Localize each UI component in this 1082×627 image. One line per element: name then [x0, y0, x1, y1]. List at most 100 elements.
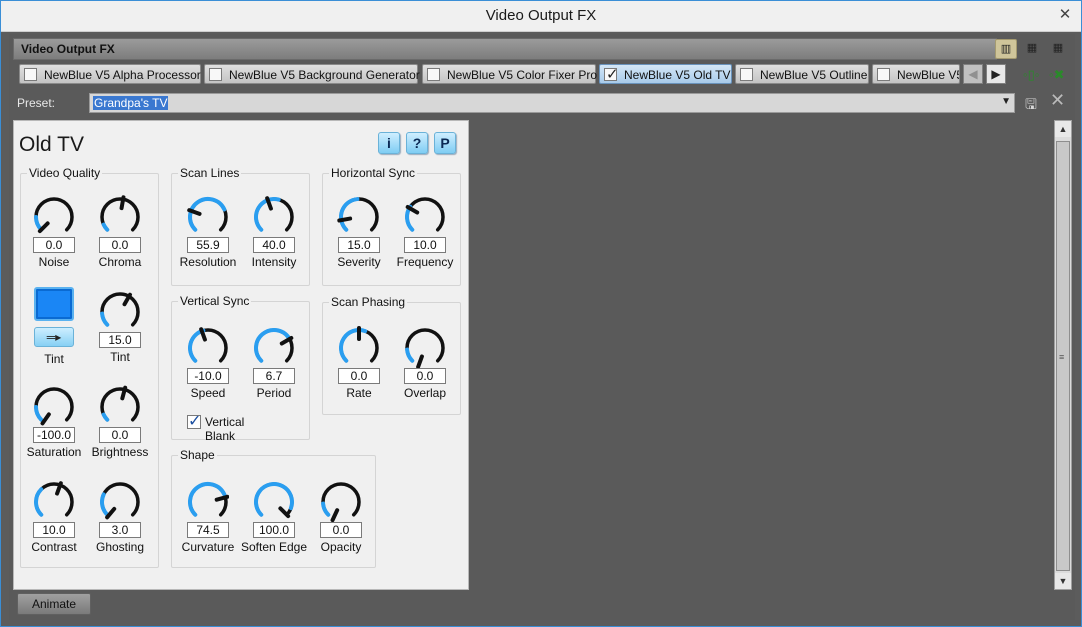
noise-value-field[interactable]: 0.0 — [33, 237, 75, 253]
tab-outline[interactable]: NewBlue V5 Outline — [735, 64, 869, 84]
vertical-scrollbar[interactable]: ▲ ≡ ▼ — [1054, 120, 1072, 590]
saturation-value-field[interactable]: -100.0 — [33, 427, 75, 443]
resolution-label: Resolution — [179, 255, 237, 269]
main-area: Video Output FX ▥ ▦ ▦ NewBlue V5 Alpha P… — [9, 34, 1075, 620]
view-single-button[interactable]: ▥ — [995, 39, 1017, 59]
period-value-field[interactable]: 6.7 — [253, 368, 295, 384]
ghosting-knob[interactable] — [95, 478, 141, 522]
resolution-knob[interactable] — [183, 193, 229, 237]
vertical-blank-checkbox[interactable]: ✓ — [187, 413, 201, 430]
tab-enable-checkbox[interactable]: ✓ — [604, 66, 619, 83]
eyedropper-icon: ═▸ — [46, 330, 62, 344]
animate-button[interactable]: Animate — [17, 593, 91, 615]
dropdown-arrow-icon[interactable]: ▼ — [1001, 96, 1011, 107]
tint-value-field[interactable]: 15.0 — [99, 332, 141, 348]
tab-newblue-v5[interactable]: NewBlue V5 — [872, 64, 960, 84]
view-grid-button[interactable]: ▦ — [1047, 39, 1069, 59]
help-button[interactable]: ? — [406, 132, 428, 154]
check-icon: ✓ — [188, 413, 202, 430]
save-preset-icon[interactable]: 🖫 — [1025, 94, 1037, 118]
overlap-knob[interactable] — [400, 324, 446, 368]
curvature-knob[interactable] — [183, 478, 229, 522]
ghosting-value-field[interactable]: 3.0 — [99, 522, 141, 538]
rate-knob[interactable] — [334, 324, 380, 368]
tab-enable-checkbox[interactable] — [24, 68, 37, 81]
intensity-knob[interactable] — [249, 193, 295, 237]
noise-knob[interactable] — [29, 193, 75, 237]
tabs-scroll-right-button[interactable]: ▶ — [986, 64, 1006, 84]
frequency-value-field[interactable]: 10.0 — [404, 237, 446, 253]
old-tv-panel: Old TV i ? P Video Quality Scan Lines Ho… — [13, 120, 469, 590]
curvature-value-field[interactable]: 74.5 — [187, 522, 229, 538]
soften-edge-knob[interactable] — [249, 478, 295, 522]
soften-edge-value-field[interactable]: 100.0 — [253, 522, 295, 538]
chroma-value-field[interactable]: 0.0 — [99, 237, 141, 253]
contrast-value-field[interactable]: 10.0 — [33, 522, 75, 538]
tab-enable-checkbox[interactable] — [209, 68, 222, 81]
remove-plugin-chain-icon[interactable]: ◦✖ — [1049, 67, 1065, 83]
rate-value-field[interactable]: 0.0 — [338, 368, 380, 384]
eyedropper-button[interactable]: ═▸ — [34, 327, 74, 347]
brightness-value-field[interactable]: 0.0 — [99, 427, 141, 443]
info-button[interactable]: i — [378, 132, 400, 154]
brightness-label: Brightness — [91, 445, 149, 459]
tab-enable-checkbox[interactable] — [877, 68, 890, 81]
saturation-knob[interactable] — [29, 383, 75, 427]
scroll-thumb[interactable]: ≡ — [1056, 141, 1070, 571]
tab-label: NewBlue V5 Alpha Processor — [44, 68, 201, 82]
grip-icon: ≡ — [1059, 352, 1065, 362]
tab-enable-checkbox[interactable] — [427, 68, 440, 81]
group-title: Scan Phasing — [329, 295, 408, 309]
presets-button[interactable]: P — [434, 132, 456, 154]
speed-knob[interactable] — [183, 324, 229, 368]
tab-alpha-processor[interactable]: NewBlue V5 Alpha Processor — [19, 64, 201, 84]
plugin-tabs: NewBlue V5 Alpha Processor NewBlue V5 Ba… — [13, 64, 1006, 86]
tab-label: NewBlue V5 Color Fixer Pro — [447, 68, 598, 82]
tint-label: Tint — [110, 350, 130, 364]
speed-value-field[interactable]: -10.0 — [187, 368, 229, 384]
overlap-label: Overlap — [403, 386, 447, 400]
tab-old-tv[interactable]: ✓ NewBlue V5 Old TV — [599, 64, 732, 84]
window: Video Output FX ✕ Video Output FX ▥ ▦ ▦ … — [0, 0, 1082, 627]
group-title: Horizontal Sync — [329, 166, 418, 180]
ghosting-label: Ghosting — [95, 540, 145, 554]
opacity-label: Opacity — [320, 540, 362, 554]
tab-label: NewBlue V5 Old TV — [624, 68, 731, 82]
tabs-scroll-left-button[interactable]: ◀ — [963, 64, 983, 84]
preset-value[interactable]: Grandpa's TV — [93, 96, 169, 110]
tab-label: NewBlue V5 Outline — [760, 68, 868, 82]
view-double-button[interactable]: ▦ — [1021, 39, 1043, 59]
intensity-label: Intensity — [251, 255, 297, 269]
speed-label: Speed — [190, 386, 226, 400]
frequency-knob[interactable] — [400, 193, 446, 237]
tab-background-generator[interactable]: NewBlue V5 Background Generator — [204, 64, 420, 84]
period-knob[interactable] — [249, 324, 295, 368]
severity-value-field[interactable]: 15.0 — [338, 237, 380, 253]
frequency-label: Frequency — [396, 255, 454, 269]
scroll-down-icon[interactable]: ▼ — [1055, 573, 1071, 589]
preset-dropdown[interactable]: Grandpa's TV ▼ — [89, 93, 1015, 113]
tint-knob[interactable] — [95, 288, 141, 332]
resolution-value-field[interactable]: 55.9 — [187, 237, 229, 253]
tint-color-swatch[interactable] — [34, 287, 74, 321]
opacity-value-field[interactable]: 0.0 — [320, 522, 362, 538]
rate-label: Rate — [346, 386, 372, 400]
tab-color-fixer-pro[interactable]: NewBlue V5 Color Fixer Pro — [422, 64, 598, 84]
scroll-up-icon[interactable]: ▲ — [1055, 121, 1071, 137]
fx-chain-label: Video Output FX — [21, 42, 115, 56]
severity-knob[interactable] — [334, 193, 380, 237]
close-button[interactable]: ✕ — [1057, 7, 1073, 23]
group-title: Vertical Sync — [178, 294, 252, 308]
opacity-knob[interactable] — [316, 478, 362, 522]
delete-preset-icon[interactable]: ✕ — [1050, 90, 1065, 111]
overlap-value-field[interactable]: 0.0 — [404, 368, 446, 384]
chroma-knob[interactable] — [95, 193, 141, 237]
intensity-value-field[interactable]: 40.0 — [253, 237, 295, 253]
brightness-knob[interactable] — [95, 383, 141, 427]
tab-enable-checkbox[interactable] — [740, 68, 753, 81]
vertical-blank-label: Vertical Blank — [205, 415, 245, 443]
group-title: Shape — [178, 448, 217, 462]
curvature-label: Curvature — [181, 540, 235, 554]
add-plugin-chain-icon[interactable]: ◦▯◦ — [1023, 67, 1039, 83]
contrast-knob[interactable] — [29, 478, 75, 522]
